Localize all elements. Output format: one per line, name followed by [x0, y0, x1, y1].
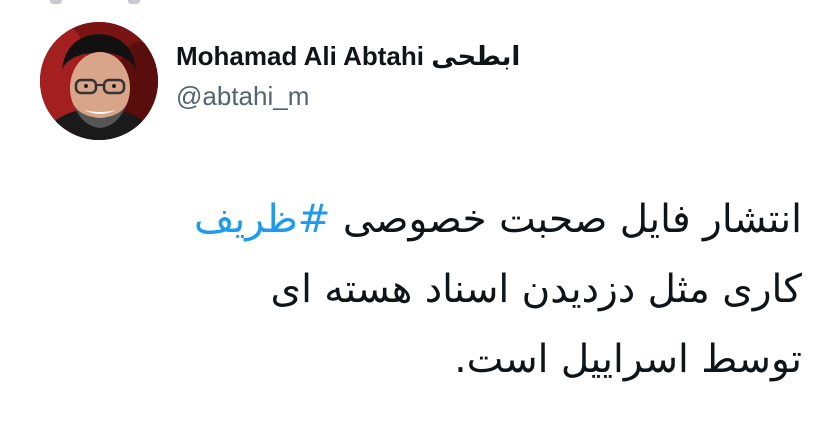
tweet-card: Mohamad Ali Abtahi ابطحی @abtahi_m انتشا… — [0, 0, 828, 423]
author-handle[interactable]: @abtahi_m — [176, 80, 520, 112]
hashtag-link[interactable]: #ظریف — [194, 197, 330, 242]
author-info[interactable]: Mohamad Ali Abtahi ابطحی @abtahi_m — [176, 40, 520, 112]
author-display-name[interactable]: Mohamad Ali Abtahi ابطحی — [176, 40, 520, 72]
tweet-text: انتشار فایل صحبت خصوصی #ظریف کاری مثل دز… — [62, 185, 802, 395]
cropped-fragment — [50, 0, 62, 4]
tweet-line-1: انتشار فایل صحبت خصوصی #ظریف — [62, 185, 802, 255]
cropped-fragment — [128, 0, 140, 4]
cropped-previous-content — [0, 0, 828, 10]
avatar[interactable] — [40, 22, 158, 140]
tweet-line-3: توسط اسراییل است. — [454, 337, 802, 382]
tweet-line-1-text: انتشار فایل صحبت خصوصی — [330, 197, 802, 242]
tweet-line-2: کاری مثل دزدیدن اسناد هسته ای — [270, 267, 802, 312]
avatar-image — [40, 22, 158, 140]
